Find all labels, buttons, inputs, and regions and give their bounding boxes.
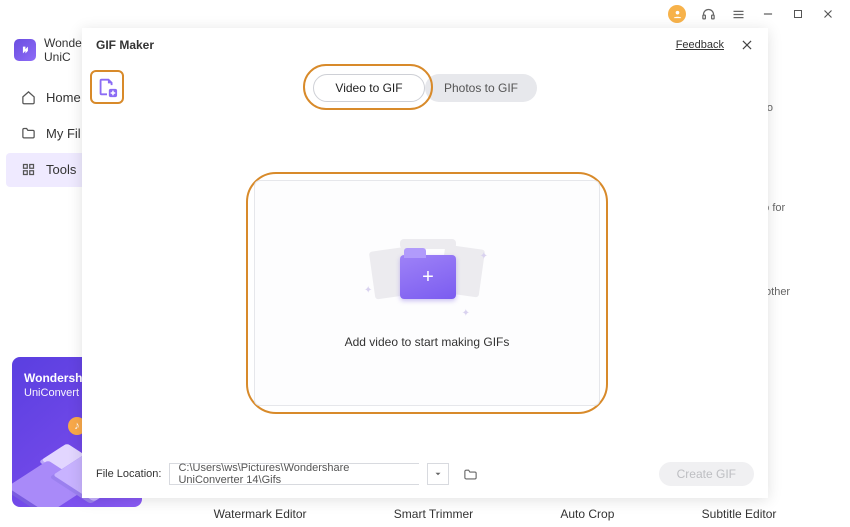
sparkle-icon: ✦ xyxy=(462,308,470,319)
drop-zone-text: Add video to start making GIFs xyxy=(345,335,510,349)
create-gif-button[interactable]: Create GIF xyxy=(659,462,754,486)
window-maximize-icon[interactable] xyxy=(790,6,806,22)
tool-subtitle-editor[interactable]: Subtitle Editor xyxy=(702,507,777,521)
modal-footer: File Location: C:\Users\ws\Pictures\Wond… xyxy=(96,462,754,486)
tool-auto-crop[interactable]: Auto Crop xyxy=(560,507,614,521)
file-location-label: File Location: xyxy=(96,468,161,480)
sparkle-icon: ✦ xyxy=(480,251,488,262)
feedback-link[interactable]: Feedback xyxy=(676,39,724,51)
sidebar-item-label: Tools xyxy=(46,162,76,177)
sidebar-item-label: Home xyxy=(46,90,81,105)
window-titlebar xyxy=(668,0,850,28)
user-avatar-icon[interactable] xyxy=(668,5,686,23)
drop-zone[interactable]: + ✦ ✦ ✦ Add video to start making GIFs xyxy=(254,180,600,406)
tools-icon xyxy=(20,162,36,178)
sidebar-item-label: My Fil xyxy=(46,126,81,141)
modal-header: GIF Maker Feedback xyxy=(82,28,768,58)
mode-tabs: Video to GIF Photos to GIF xyxy=(313,74,537,102)
window-close-icon[interactable] xyxy=(820,6,836,22)
headset-icon[interactable] xyxy=(700,6,716,22)
window-minimize-icon[interactable] xyxy=(760,6,776,22)
folder-plus-icon: + xyxy=(400,255,456,299)
file-location-path[interactable]: C:\Users\ws\Pictures\Wondershare UniConv… xyxy=(169,463,419,485)
folder-icon xyxy=(20,126,36,142)
app-logo-icon xyxy=(14,39,36,61)
menu-icon[interactable] xyxy=(730,6,746,22)
drop-zone-art: + ✦ ✦ ✦ xyxy=(372,237,482,317)
home-icon xyxy=(20,90,36,106)
gif-maker-modal: GIF Maker Feedback Video to GIF Photos t… xyxy=(82,28,768,498)
tab-photos-to-gif[interactable]: Photos to GIF xyxy=(425,74,537,102)
drop-zone-highlight: + ✦ ✦ ✦ Add video to start making GIFs xyxy=(252,178,602,408)
add-file-button[interactable] xyxy=(96,76,118,98)
tool-watermark-editor[interactable]: Watermark Editor xyxy=(214,507,307,521)
sparkle-icon: ✦ xyxy=(364,285,372,296)
app-name: Wonde UniC xyxy=(44,36,82,65)
open-folder-icon[interactable] xyxy=(461,465,479,483)
add-file-highlight xyxy=(90,70,124,104)
file-location-dropdown[interactable] xyxy=(427,463,449,485)
tool-strip: Watermark Editor Smart Trimmer Auto Crop… xyxy=(170,507,820,521)
modal-title: GIF Maker xyxy=(96,38,154,52)
close-icon[interactable] xyxy=(740,38,754,52)
tab-video-to-gif[interactable]: Video to GIF xyxy=(313,74,425,102)
tool-smart-trimmer[interactable]: Smart Trimmer xyxy=(394,507,473,521)
